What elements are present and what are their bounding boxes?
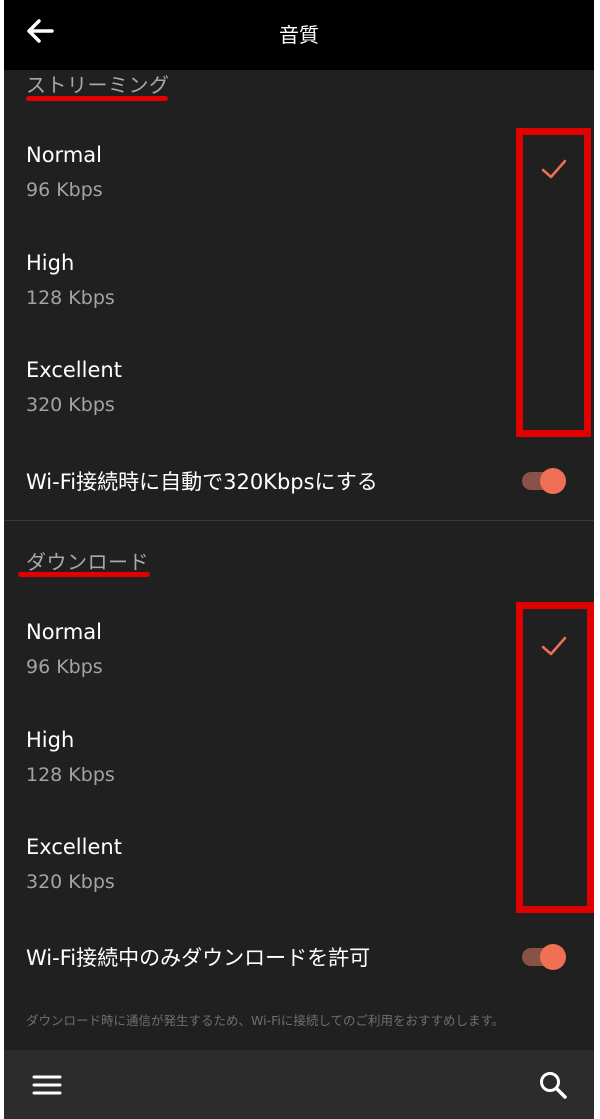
option-name: Excellent (26, 835, 122, 859)
page-title: 音質 (279, 23, 319, 47)
toggle-thumb (540, 944, 566, 970)
auto-320kbps-wifi-toggle[interactable] (522, 468, 568, 494)
option-bitrate: 128 Kbps (26, 764, 115, 786)
toggle-thumb (540, 468, 566, 494)
streaming-option-excellent[interactable]: Excellent 320 Kbps (26, 358, 586, 458)
option-bitrate: 320 Kbps (26, 871, 115, 893)
auto-320kbps-wifi-row[interactable]: Wi-Fi接続時に自動で320Kbpsにする (26, 456, 586, 506)
search-icon[interactable] (538, 1070, 568, 1100)
option-bitrate: 96 Kbps (26, 179, 103, 201)
option-name: High (26, 728, 75, 752)
streaming-title-underline (26, 96, 168, 101)
top-app-bar: 音質 (4, 0, 594, 70)
wifi-only-download-row[interactable]: Wi-Fi接続中のみダウンロードを許可 (26, 932, 586, 982)
download-option-excellent[interactable]: Excellent 320 Kbps (26, 835, 586, 935)
option-bitrate: 320 Kbps (26, 394, 115, 416)
download-title-underline (18, 572, 150, 577)
bottom-bar (4, 1050, 594, 1119)
download-section-title: ダウンロード (26, 550, 149, 574)
option-name: Excellent (26, 358, 122, 382)
option-name: Normal (26, 143, 102, 167)
download-checkmarks-highlight (516, 602, 594, 913)
download-option-normal[interactable]: Normal 96 Kbps (26, 620, 586, 720)
section-divider (4, 520, 594, 521)
option-name: Normal (26, 620, 102, 644)
streaming-section-title: ストリーミング (26, 73, 170, 97)
hamburger-menu-icon[interactable] (32, 1074, 62, 1096)
auto-320kbps-wifi-label: Wi-Fi接続時に自動で320Kbpsにする (26, 470, 378, 494)
download-option-high[interactable]: High 128 Kbps (26, 728, 586, 828)
streaming-checkmarks-highlight (516, 128, 591, 437)
app-screen: 音質 ストリーミング Normal 96 Kbps High 128 Kbps … (4, 0, 594, 1119)
option-bitrate: 96 Kbps (26, 656, 103, 678)
streaming-option-normal[interactable]: Normal 96 Kbps (26, 143, 586, 243)
option-name: High (26, 251, 75, 275)
option-bitrate: 128 Kbps (26, 287, 115, 309)
wifi-only-download-label: Wi-Fi接続中のみダウンロードを許可 (26, 946, 371, 970)
wifi-only-download-toggle[interactable] (522, 944, 568, 970)
download-note: ダウンロード時に通信が発生するため、Wi-Fiに接続してのご利用をおすすめします… (26, 1013, 505, 1028)
streaming-option-high[interactable]: High 128 Kbps (26, 251, 586, 351)
